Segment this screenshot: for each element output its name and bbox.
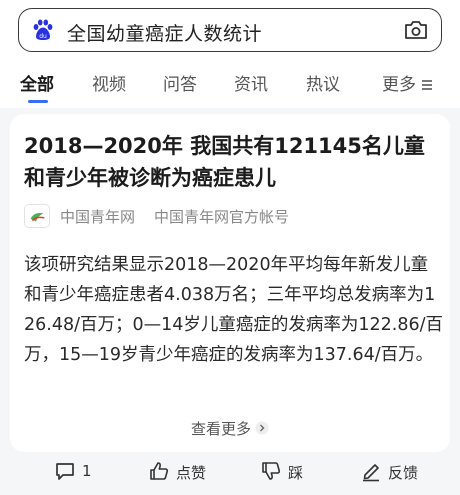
see-more-link[interactable]: 查看更多	[10, 418, 450, 439]
chevron-right-icon	[255, 421, 269, 435]
search-result-card[interactable]: 2018—2020年 我国共有121145名儿童和青少年被诊断为癌症患儿 中国青…	[10, 114, 450, 452]
thumbs-down-icon	[262, 462, 281, 480]
tab-news[interactable]: 资讯	[234, 70, 268, 95]
comment-count: 1	[82, 462, 92, 480]
tab-video[interactable]: 视频	[92, 70, 126, 95]
search-header: du 全国幼童癌症人数统计	[0, 0, 460, 62]
category-tabs: 全部 视频 问答 资讯 热议 更多	[0, 62, 460, 108]
thumbs-up-icon	[150, 462, 169, 480]
camera-icon[interactable]	[403, 18, 429, 42]
edit-icon	[363, 464, 379, 482]
result-summary: 该项研究结果显示2018—2020年平均每年新发儿童和青少年癌症患者4.038万…	[24, 255, 444, 365]
dislike-label: 踩	[288, 464, 304, 482]
see-more-label: 查看更多	[190, 420, 251, 438]
tab-all[interactable]: 全部	[20, 70, 54, 95]
source-account: 中国青年网官方帐号	[154, 208, 290, 226]
source-name[interactable]: 中国青年网	[60, 206, 135, 227]
action-bar: 1 点赞 踩 反馈	[0, 452, 460, 495]
tab-qa[interactable]: 问答	[163, 70, 197, 95]
like-label: 点赞	[176, 464, 207, 482]
baidu-paw-icon[interactable]: du	[31, 18, 55, 42]
source-logo-icon	[24, 204, 50, 228]
search-input[interactable]: 全国幼童癌症人数统计	[67, 19, 262, 46]
tab-more[interactable]: 更多	[382, 70, 434, 95]
active-tab-indicator	[28, 100, 48, 103]
menu-icon	[422, 80, 432, 90]
tab-more-label: 更多	[382, 75, 416, 95]
feedback-label: 反馈	[388, 464, 419, 482]
tab-hot[interactable]: 热议	[306, 70, 340, 95]
search-box[interactable]: du 全国幼童癌症人数统计	[18, 8, 442, 52]
result-title[interactable]: 2018—2020年 我国共有121145名儿童和青少年被诊断为癌症患儿	[24, 130, 440, 194]
svg-text:du: du	[39, 33, 47, 40]
comment-icon	[56, 463, 74, 480]
